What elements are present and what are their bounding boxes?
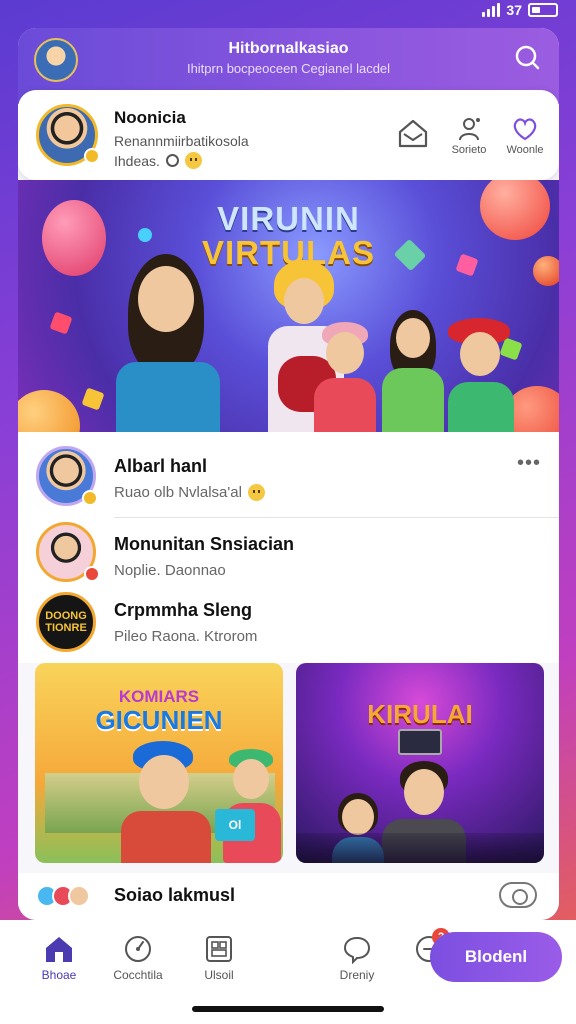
confetti-decoration	[81, 387, 105, 411]
list-item[interactable]: Albarl hanl Ruao olb Nvlalsa'al •••	[18, 432, 559, 518]
search-button[interactable]	[511, 42, 543, 74]
nav-item-chat[interactable]: Dreniy	[322, 934, 392, 982]
tile-subtitle: KOMIARS	[118, 687, 200, 706]
verified-badge	[82, 490, 98, 506]
stage-screen	[398, 729, 442, 755]
channel-logo[interactable]: DOONG TIONRE	[36, 592, 96, 652]
compass-icon	[125, 936, 151, 962]
home-indicator[interactable]	[192, 1006, 384, 1012]
list-item-title: Monunitan Snsiacian	[114, 534, 295, 554]
profile-meta: Ihdeas.	[114, 152, 202, 169]
friend-avatar	[68, 885, 90, 907]
list-item[interactable]: Monunitan Snsiacian Noplie. Daonnao	[18, 518, 559, 588]
grid-icon	[206, 936, 232, 962]
search-icon	[515, 45, 540, 70]
tile-card-text: Ol	[228, 818, 242, 832]
nav-label: Ulsoil	[204, 968, 234, 982]
profile-description: Renannmiirbatikosola	[114, 133, 249, 149]
media-tile[interactable]: KIRULAI	[296, 663, 544, 863]
balloon-decoration	[18, 390, 80, 432]
primary-action-button[interactable]: Blodenl	[430, 932, 562, 982]
list-item-subtitle-text: Pileo Raona. Ktrorom	[114, 628, 258, 645]
person-illustration	[115, 741, 215, 863]
nav-item-library[interactable]: Ulsoil	[184, 934, 254, 982]
person-illustration	[221, 749, 283, 863]
status-bar: 37	[0, 0, 576, 24]
crowd-silhouette	[296, 833, 544, 863]
friends-strip[interactable]: Soiao lakmusl	[18, 873, 559, 920]
status-text: 37	[506, 2, 522, 18]
list-item-subtitle: Pileo Raona. Ktrorom	[114, 628, 257, 645]
tile-title: KIRULAI	[367, 699, 473, 729]
profile-card[interactable]: Noonicia Renannmiirbatikosola Ihdeas. So…	[18, 90, 559, 180]
like-button[interactable]: Woonle	[505, 116, 545, 156]
list-item-subtitle-text: Ruao olb Nvlalsa'al	[114, 484, 242, 501]
person-illustration	[104, 252, 234, 432]
list-item-title: Crpmmha Sleng	[114, 600, 253, 620]
action-label: Sorieto	[451, 144, 487, 156]
people-icon	[459, 118, 480, 141]
nav-item-home[interactable]: Bhoae	[24, 934, 94, 982]
nav-label: Cocchtila	[113, 968, 163, 982]
home-mail-icon	[398, 119, 428, 148]
nav-item-explore[interactable]: Cocchtila	[103, 934, 173, 982]
tile-title: GICUNIEN	[95, 705, 223, 735]
list-item-subtitle-text: Noplie. Daonnao	[114, 562, 226, 579]
person-illustration	[310, 320, 380, 432]
channel-logo-text: DOONG TIONRE	[45, 610, 87, 634]
list-item[interactable]: DOONG TIONRE Crpmmha Sleng Pileo Raona. …	[18, 588, 559, 663]
verified-badge	[84, 148, 100, 164]
live-badge	[84, 566, 100, 582]
smile-emoji-icon	[247, 484, 265, 501]
profile-actions: Sorieto Woonle	[393, 116, 545, 156]
chat-icon	[343, 936, 371, 964]
people-button[interactable]: Sorieto	[449, 116, 489, 156]
home-mail-button[interactable]	[393, 116, 433, 152]
tile-card: Ol	[215, 809, 255, 841]
status-ring-icon	[165, 154, 179, 167]
header-subtitle: Ihitprn bocpeoceen Cegianel lacdel	[186, 61, 391, 76]
friend-avatars	[36, 885, 90, 907]
hero-title-line1: VIRUNIN	[217, 200, 360, 237]
status-icons: 37	[482, 2, 558, 18]
heart-icon	[513, 118, 537, 141]
more-options-icon[interactable]: •••	[517, 452, 541, 475]
confetti-decoration	[49, 311, 73, 335]
media-tile[interactable]: KOMIARS GICUNIEN Ol	[35, 663, 283, 863]
app-window: Hitbornalkasiao Ihitprn bocpeoceen Cegia…	[18, 28, 559, 920]
smile-emoji-icon	[184, 152, 202, 169]
list-item-subtitle: Noplie. Daonnao	[114, 562, 226, 579]
profile-meta-text: Ihdeas.	[114, 152, 160, 169]
hero-banner[interactable]: VIRUNIN VIRTULAS	[18, 180, 559, 432]
nav-label: Dreniy	[339, 968, 375, 982]
signal-icon	[482, 3, 501, 17]
battery-icon	[528, 3, 558, 17]
header-title: Hitbornalkasiao	[228, 40, 349, 57]
profile-name: Noonicia	[114, 108, 186, 127]
toggle-icon[interactable]	[499, 882, 537, 908]
list-item-subtitle: Ruao olb Nvlalsa'al	[114, 484, 265, 501]
nav-label: Bhoae	[41, 968, 77, 982]
strip-label: Soiao lakmusl	[114, 885, 236, 905]
list-item-title: Albarl hanl	[114, 456, 208, 476]
home-icon	[46, 937, 72, 962]
action-label: Woonle	[506, 144, 544, 156]
person-illustration	[442, 318, 522, 432]
